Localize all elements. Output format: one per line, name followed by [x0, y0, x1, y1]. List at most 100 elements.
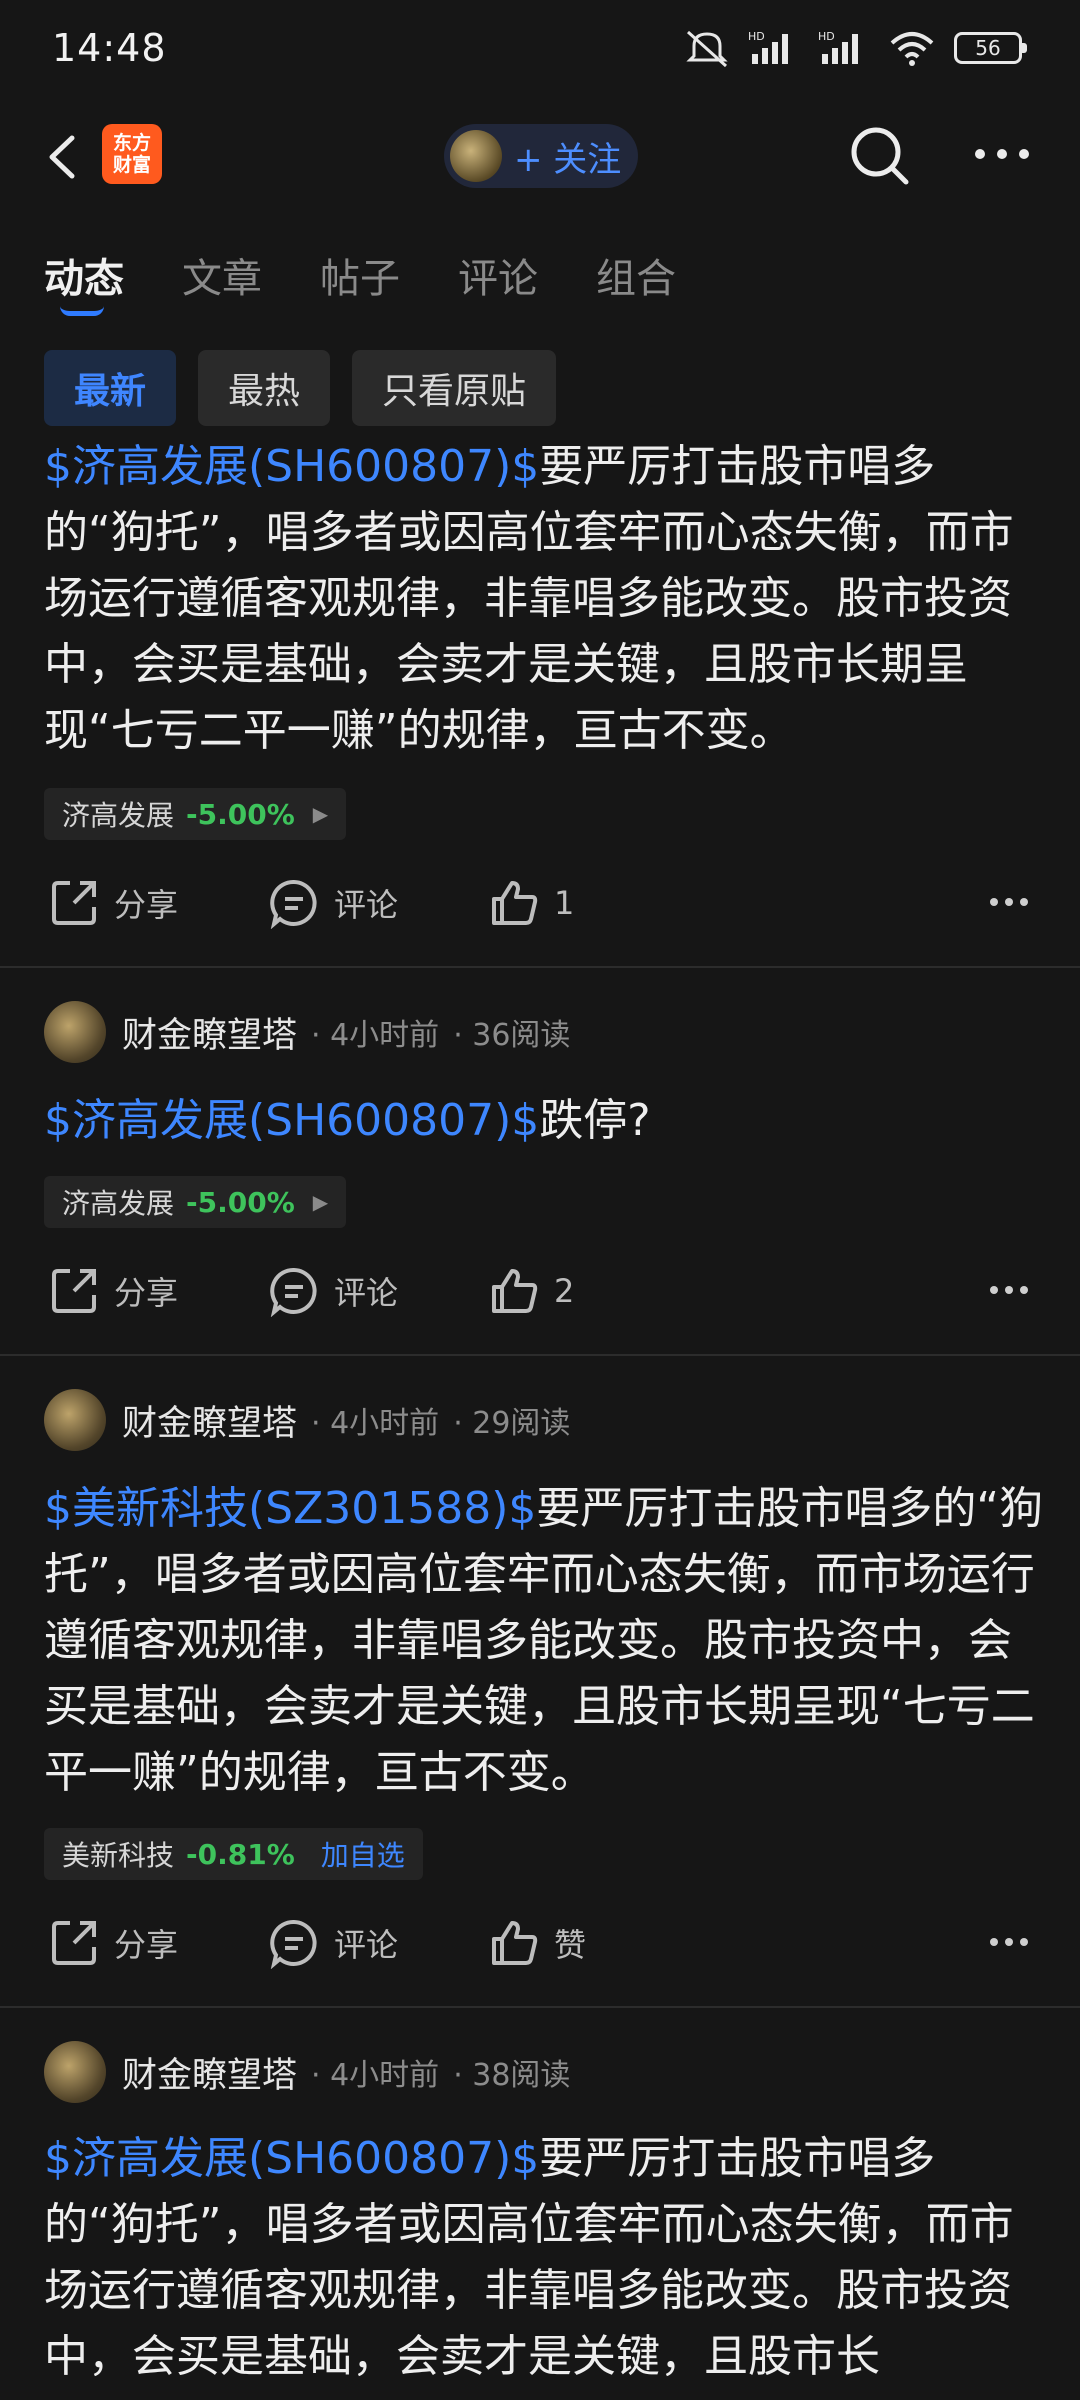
stock-quote-chip[interactable]: 济高发展 -5.00% ▶	[44, 788, 347, 840]
post-text: 跌停?	[539, 1095, 651, 1146]
thumbs-up-icon	[492, 881, 538, 925]
app-logo: 东方 财富	[102, 124, 162, 184]
post-body[interactable]: $济高发展(SH600807)$要严厉打击股市唱多的“狗托”，唱多者或因高位套牢…	[44, 434, 1044, 764]
status-icons: HD HD 56	[684, 28, 1027, 68]
filter-bar: 最新 最热 只看原贴	[44, 350, 557, 426]
share-icon	[52, 1269, 96, 1313]
quote-name: 济高发展	[62, 799, 175, 832]
post-actions: 分享 评论 赞	[0, 1908, 1080, 1978]
stock-tag-link[interactable]: $美新科技(SZ301588)$	[44, 1483, 536, 1534]
thumbs-up-icon	[492, 1921, 538, 1965]
divider	[0, 2006, 1080, 2008]
post-actions: 分享 评论 2	[0, 1256, 1080, 1326]
stock-quote-chip[interactable]: 美新科技 -0.81% 加自选	[44, 1828, 423, 1880]
quote-change: -5.00%	[186, 797, 295, 831]
post-body[interactable]: $济高发展(SH600807)$跌停?	[44, 1088, 1044, 1154]
thumbs-up-icon	[492, 1269, 538, 1313]
avatar	[44, 1001, 106, 1063]
stock-tag-link[interactable]: $济高发展(SH600807)$	[44, 2133, 539, 2184]
share-label: 分享	[114, 1926, 179, 1964]
filter-hottest[interactable]: 最热	[198, 350, 331, 426]
top-nav: 东方 财富 + 关注	[0, 110, 1080, 202]
battery-icon: 56	[954, 32, 1027, 64]
status-bar: 14:48 HD HD 56	[0, 0, 1080, 100]
filter-original-only[interactable]: 只看原贴	[352, 350, 557, 426]
author-name: 财金瞭望塔	[122, 2055, 298, 2096]
share-icon	[52, 1921, 96, 1965]
comment-label: 评论	[334, 886, 399, 924]
post-time: · 4小时前	[311, 2058, 440, 2093]
status-time: 14:48	[52, 26, 167, 70]
arrow-right-icon: ▶	[312, 802, 329, 826]
post-author[interactable]: 财金瞭望塔 · 4小时前 · 38阅读	[44, 2040, 570, 2104]
like-count: 2	[554, 1272, 575, 1310]
share-button[interactable]: 分享	[48, 868, 178, 938]
stock-tag-link[interactable]: $济高发展(SH600807)$	[44, 1095, 539, 1146]
more-options-icon[interactable]	[972, 142, 1032, 166]
divider	[0, 966, 1080, 968]
follow-label: + 关注	[514, 139, 622, 180]
quote-name: 济高发展	[62, 1187, 175, 1220]
signal-icon: HD	[748, 30, 788, 64]
arrow-right-icon: ▶	[312, 1190, 329, 1214]
post-reads: · 38阅读	[453, 2058, 571, 2093]
svg-text:HD: HD	[748, 30, 765, 43]
post-body[interactable]: $美新科技(SZ301588)$要严厉打击股市唱多的“狗托”，唱多者或因高位套牢…	[44, 1476, 1044, 1806]
share-label: 分享	[114, 1274, 179, 1312]
like-label: 赞	[554, 1926, 587, 1964]
comment-button[interactable]: 评论	[268, 1256, 398, 1326]
comment-button[interactable]: 评论	[268, 1908, 398, 1978]
quote-name: 美新科技	[62, 1839, 175, 1872]
avatar	[44, 2041, 106, 2103]
svg-text:HD: HD	[818, 30, 835, 43]
stock-quote-chip[interactable]: 济高发展 -5.00% ▶	[44, 1176, 347, 1228]
avatar	[44, 1389, 106, 1451]
back-icon[interactable]	[42, 132, 82, 182]
more-options-icon[interactable]	[988, 1280, 1030, 1300]
tab-comments[interactable]: 评论	[458, 246, 538, 304]
post-time: · 4小时前	[311, 1018, 440, 1053]
post-actions: 分享 评论 1	[0, 868, 1080, 938]
post-author[interactable]: 财金瞭望塔 · 4小时前 · 29阅读	[44, 1388, 570, 1452]
like-button[interactable]: 2	[488, 1256, 574, 1326]
tab-bar: 动态 文章 帖子 评论 组合	[0, 240, 1080, 320]
share-icon	[52, 881, 96, 925]
comment-button[interactable]: 评论	[268, 868, 398, 938]
post-time: · 4小时前	[311, 1406, 440, 1441]
like-button[interactable]: 1	[488, 868, 574, 938]
more-options-icon[interactable]	[988, 892, 1030, 912]
search-icon[interactable]	[848, 124, 912, 188]
signal-icon-2: HD	[818, 30, 858, 64]
add-to-watchlist-button[interactable]: 加自选	[321, 1834, 405, 1874]
share-label: 分享	[114, 886, 179, 924]
comment-label: 评论	[334, 1926, 399, 1964]
tab-underline	[60, 306, 104, 316]
post-author[interactable]: 财金瞭望塔 · 4小时前 · 36阅读	[44, 1000, 570, 1064]
stock-tag-link[interactable]: $济高发展(SH600807)$	[44, 441, 539, 492]
comment-icon	[270, 1267, 317, 1317]
post-reads: · 36阅读	[453, 1018, 571, 1053]
more-options-icon[interactable]	[988, 1932, 1030, 1952]
divider	[0, 1354, 1080, 1356]
tab-posts[interactable]: 帖子	[320, 246, 400, 304]
filter-latest[interactable]: 最新	[44, 350, 177, 426]
follow-button[interactable]: + 关注	[444, 124, 638, 188]
share-button[interactable]: 分享	[48, 1908, 178, 1978]
quote-change: -0.81%	[186, 1837, 295, 1871]
wifi-icon	[890, 32, 934, 66]
avatar	[450, 130, 502, 182]
post-reads: · 29阅读	[453, 1406, 571, 1441]
mute-icon	[686, 30, 728, 68]
author-name: 财金瞭望塔	[122, 1403, 298, 1444]
like-button[interactable]: 赞	[488, 1908, 586, 1978]
post-body[interactable]: $济高发展(SH600807)$要严厉打击股市唱多的“狗托”，唱多者或因高位套牢…	[44, 2126, 1044, 2400]
comment-label: 评论	[334, 1274, 399, 1312]
tab-portfolios[interactable]: 组合	[596, 246, 676, 304]
share-button[interactable]: 分享	[48, 1256, 178, 1326]
tab-dynamics[interactable]: 动态	[44, 246, 124, 304]
quote-change: -5.00%	[186, 1185, 295, 1219]
tab-articles[interactable]: 文章	[182, 246, 262, 304]
comment-icon	[270, 879, 317, 929]
like-count: 1	[554, 884, 575, 922]
author-name: 财金瞭望塔	[122, 1015, 298, 1056]
